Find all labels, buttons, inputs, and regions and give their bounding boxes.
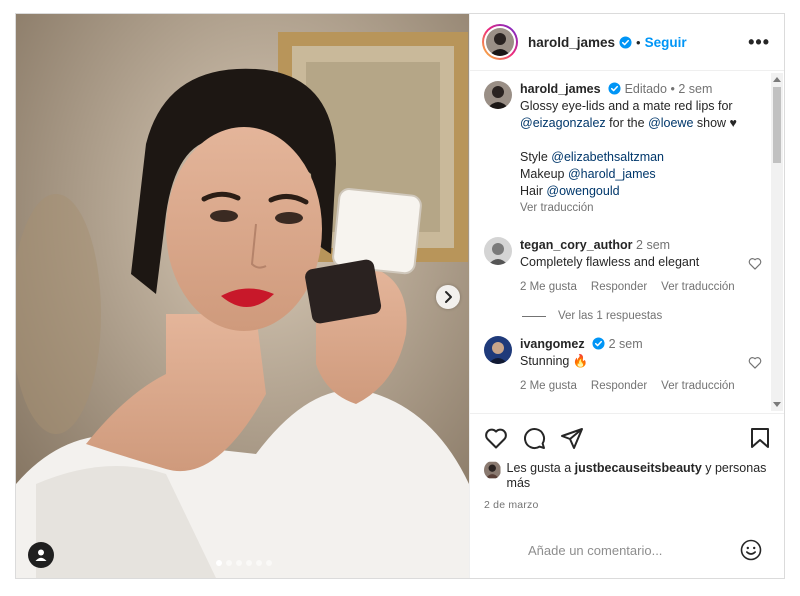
like-button[interactable] [484,427,508,449]
comment-likes[interactable]: 2 Me gusta [520,279,577,296]
credit-label: Hair [520,184,547,198]
comment-text: Completely flawless and elegant [520,255,700,269]
edited-label: Editado [624,82,667,96]
add-comment-bar [470,522,784,578]
caption: harold_james Editado • 2 sem Glossy eye-… [484,81,766,217]
carousel-indicator [216,560,272,566]
comment-likes[interactable]: 2 Me gusta [520,378,577,395]
post-actions [470,413,784,461]
chevron-right-icon [445,291,452,303]
reply-button[interactable]: Responder [591,279,647,296]
comment-input[interactable] [526,541,740,559]
comment-item: ivangomez 2 sem Stunning 🔥 2 Me gusta Re… [484,336,766,395]
comments-list[interactable]: harold_james Editado • 2 sem Glossy eye-… [470,71,784,413]
verified-icon [619,35,632,49]
mention-link[interactable]: @eizagonzalez [520,116,606,130]
post-date[interactable]: 2 de marzo [470,491,784,511]
comments-scrollbar[interactable] [771,73,783,411]
carousel-dot [216,560,222,566]
more-options-button[interactable]: ••• [748,32,770,53]
user-tag-icon [35,549,47,561]
comment-button[interactable] [522,426,546,450]
post-dialog: harold_james • Seguir ••• harold_james E… [15,13,785,579]
carousel-dot [226,560,232,566]
comment-avatar[interactable] [484,336,512,364]
mention-link[interactable]: @harold_james [568,167,656,181]
comment-time[interactable]: 2 sem [609,337,643,351]
see-translation-link[interactable]: Ver traducción [661,378,735,395]
scroll-thumb[interactable] [773,87,781,163]
heart-icon[interactable] [748,356,762,369]
carousel-dot [246,560,252,566]
liker-avatar[interactable] [484,461,501,479]
post-photo[interactable] [16,14,469,578]
photo-illustration [16,14,469,578]
mention-link[interactable]: @elizabethsaltzman [551,150,664,164]
comment-text: Stunning 🔥 [520,354,589,368]
scroll-down-arrow[interactable] [773,402,781,407]
author-avatar[interactable] [482,24,518,60]
carousel-dot [236,560,242,566]
emoji-button[interactable] [740,539,762,561]
caption-avatar[interactable] [484,81,512,109]
avatar-image [486,28,514,56]
likes-prefix: Les gusta a [506,461,575,475]
verified-icon [592,337,605,350]
carousel-dot [266,560,272,566]
comment-item: tegan_cory_author 2 sem Completely flawl… [484,237,766,296]
comment-username[interactable]: tegan_cory_author [520,238,633,252]
caption-text: show ♥ [693,116,737,130]
verified-icon [608,82,621,95]
post-side-panel: harold_james • Seguir ••• harold_james E… [469,14,784,578]
follow-button[interactable]: Seguir [645,35,687,50]
caption-time[interactable]: 2 sem [678,82,712,96]
replies-line [522,315,546,317]
comment-username[interactable]: ivangomez [520,337,585,351]
heart-icon[interactable] [748,257,762,270]
share-icon [561,427,583,449]
liker-username[interactable]: justbecauseitsbeauty [575,461,702,475]
caption-separator: • [670,82,675,96]
header-separator: • [636,34,641,50]
mention-link[interactable]: @owengould [546,184,619,198]
save-button[interactable] [750,427,770,449]
comment-avatar[interactable] [484,237,512,265]
bookmark-icon [751,427,769,448]
emoji-icon [740,539,762,561]
credit-label: Makeup [520,167,568,181]
view-replies-label: Ver las 1 respuestas [558,310,663,322]
reply-button[interactable]: Responder [591,378,647,395]
see-translation-link[interactable]: Ver traducción [661,279,735,296]
see-translation-link[interactable]: Ver traducción [520,200,766,217]
view-replies-button[interactable]: Ver las 1 respuestas [522,310,766,322]
heart-icon [485,428,507,448]
mention-link[interactable]: @loewe [648,116,693,130]
next-photo-button[interactable] [436,285,460,309]
caption-username[interactable]: harold_james [520,82,601,96]
caption-line-1: Glossy eye-lids and a mate red lips for [520,99,733,113]
author-username[interactable]: harold_james [528,35,615,50]
share-button[interactable] [560,426,584,450]
caption-text: for the [605,116,649,130]
likes-summary: Les gusta a justbecauseitsbeauty y perso… [470,461,784,491]
credit-label: Style [520,150,552,164]
scroll-up-arrow[interactable] [773,77,781,82]
comment-icon [524,427,546,449]
carousel-dot [256,560,262,566]
post-header: harold_james • Seguir ••• [470,14,784,71]
comment-time[interactable]: 2 sem [636,238,670,252]
tagged-users-button[interactable] [28,542,54,568]
